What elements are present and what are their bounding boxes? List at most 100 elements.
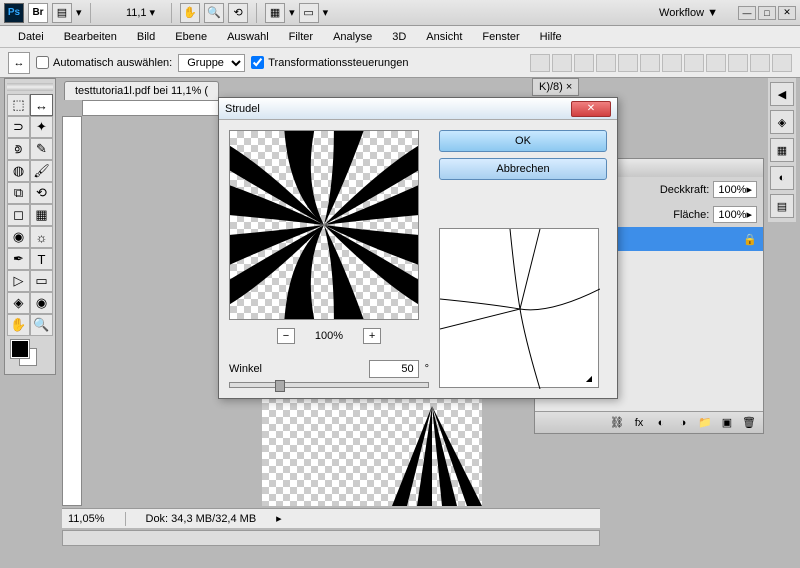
foreground-color[interactable] xyxy=(11,340,29,358)
doc-size-status[interactable]: Dok: 34,3 MB/32,4 MB xyxy=(146,513,257,525)
align-icon[interactable] xyxy=(706,54,726,72)
document-tab[interactable]: testtutoria1l.pdf bei 11,1% ( xyxy=(64,81,219,100)
auto-select-mode[interactable]: Gruppe xyxy=(178,54,245,72)
group-icon[interactable]: 📁 xyxy=(697,416,713,430)
filter-preview[interactable] xyxy=(229,130,419,320)
layers-panel-icon[interactable]: ▤ xyxy=(770,194,794,218)
zoom-in-button[interactable]: + xyxy=(363,328,381,344)
fill-input[interactable]: 100%▸ xyxy=(713,206,757,223)
panel-grip[interactable] xyxy=(7,83,53,91)
styles-panel-icon[interactable]: ▦ xyxy=(770,138,794,162)
menu-ebene[interactable]: Ebene xyxy=(165,28,217,46)
align-icon[interactable] xyxy=(772,54,792,72)
opacity-input[interactable]: 100%▸ xyxy=(713,181,757,198)
maximize-button[interactable]: □ xyxy=(758,6,776,20)
angle-slider[interactable] xyxy=(229,382,429,388)
align-icon[interactable] xyxy=(640,54,660,72)
pen-tool[interactable]: ✒ xyxy=(7,248,30,270)
zoom-level-input[interactable]: ▾ xyxy=(99,6,164,19)
menu-ansicht[interactable]: Ansicht xyxy=(416,28,472,46)
bridge-logo-icon[interactable]: Br xyxy=(28,3,48,23)
slider-thumb[interactable] xyxy=(275,380,285,392)
dialog-close-button[interactable]: ✕ xyxy=(571,101,611,117)
marquee-tool[interactable]: ⬚ xyxy=(7,94,30,116)
lock-icon[interactable]: 🔒 xyxy=(743,233,757,246)
blur-tool[interactable]: ◉ xyxy=(7,226,30,248)
arrange-docs-icon[interactable]: ▦ xyxy=(265,3,285,23)
angle-input[interactable] xyxy=(369,360,419,378)
brush-tool[interactable]: 🖌 xyxy=(30,160,53,182)
rotate-view-icon[interactable]: ⟲ xyxy=(228,3,248,23)
screen-mode-icon[interactable]: ▭ xyxy=(299,3,319,23)
film-icon[interactable]: ▤ xyxy=(52,3,72,23)
new-layer-icon[interactable]: ▣ xyxy=(719,416,735,430)
type-tool[interactable]: T xyxy=(30,248,53,270)
close-window-button[interactable]: ✕ xyxy=(778,6,796,20)
align-icon[interactable] xyxy=(684,54,704,72)
align-icon[interactable] xyxy=(574,54,594,72)
align-icon[interactable] xyxy=(750,54,770,72)
menu-fenster[interactable]: Fenster xyxy=(472,28,529,46)
hand-tool[interactable]: ✋ xyxy=(7,314,30,336)
3d-camera-tool[interactable]: ◉ xyxy=(30,292,53,314)
heal-tool[interactable]: ◍ xyxy=(7,160,30,182)
move-tool[interactable]: ↔ xyxy=(30,94,53,116)
minimize-button[interactable]: — xyxy=(738,6,756,20)
stamp-tool[interactable]: ⧉ xyxy=(7,182,30,204)
dialog-titlebar[interactable]: Strudel ✕ xyxy=(219,98,617,120)
path-select-tool[interactable]: ▷ xyxy=(7,270,30,292)
swatches-panel-icon[interactable]: ◈ xyxy=(770,110,794,134)
link-layers-icon[interactable]: ⛓ xyxy=(609,416,625,430)
adjustment-icon[interactable]: ◑ xyxy=(675,416,691,430)
cancel-button[interactable]: Abbrechen xyxy=(439,158,607,180)
menu-bearbeiten[interactable]: Bearbeiten xyxy=(54,28,127,46)
menu-filter[interactable]: Filter xyxy=(279,28,323,46)
align-icon[interactable] xyxy=(618,54,638,72)
chevron-right-icon[interactable]: ▸ xyxy=(276,512,282,525)
3d-tool[interactable]: ◈ xyxy=(7,292,30,314)
align-icon[interactable] xyxy=(662,54,682,72)
align-icon[interactable] xyxy=(530,54,550,72)
auto-select-checkbox[interactable]: Automatisch auswählen: xyxy=(36,56,172,69)
chevron-down-icon[interactable]: ▾ xyxy=(150,6,156,19)
delete-layer-icon[interactable]: 🗑 xyxy=(741,416,757,430)
gradient-tool[interactable]: ▦ xyxy=(30,204,53,226)
adjustments-panel-icon[interactable]: ◐ xyxy=(770,166,794,190)
menu-3d[interactable]: 3D xyxy=(382,28,416,46)
menu-auswahl[interactable]: Auswahl xyxy=(217,28,279,46)
menu-hilfe[interactable]: Hilfe xyxy=(530,28,572,46)
transform-controls-checkbox[interactable]: Transformationssteuerungen xyxy=(251,56,408,69)
zoom-field[interactable] xyxy=(107,7,147,19)
wand-tool[interactable]: ✦ xyxy=(30,116,53,138)
dodge-tool[interactable]: ☼ xyxy=(30,226,53,248)
zoom-tool-icon[interactable]: 🔍 xyxy=(204,3,224,23)
workspace-switcher[interactable]: Workflow ▼ xyxy=(651,5,726,21)
align-icon[interactable] xyxy=(728,54,748,72)
eyedropper-tool[interactable]: ✎ xyxy=(30,138,53,160)
auto-select-input[interactable] xyxy=(36,56,49,69)
align-icon[interactable] xyxy=(596,54,616,72)
hand-tool-icon[interactable]: ✋ xyxy=(180,3,200,23)
ok-button[interactable]: OK xyxy=(439,130,607,152)
fx-icon[interactable]: fx xyxy=(631,416,647,430)
crop-tool[interactable]: ⟄ xyxy=(7,138,30,160)
panel-expand-icon[interactable]: ◀ xyxy=(770,82,794,106)
align-icon[interactable] xyxy=(552,54,572,72)
color-swatches[interactable] xyxy=(7,340,53,370)
zoom-out-button[interactable]: − xyxy=(277,328,295,344)
menu-datei[interactable]: Datei xyxy=(8,28,54,46)
chevron-right-icon[interactable]: ▸ xyxy=(746,208,752,221)
transform-input[interactable] xyxy=(251,56,264,69)
resize-grip-icon[interactable]: ◢ xyxy=(586,374,592,383)
eraser-tool[interactable]: ◻ xyxy=(7,204,30,226)
mask-icon[interactable]: ◐ xyxy=(653,416,669,430)
zoom-status[interactable]: 11,05% xyxy=(68,513,105,525)
chevron-right-icon[interactable]: ▸ xyxy=(746,183,752,196)
horizontal-scrollbar[interactable] xyxy=(62,530,600,546)
lasso-tool[interactable]: ⊃ xyxy=(7,116,30,138)
menu-analyse[interactable]: Analyse xyxy=(323,28,382,46)
zoom-tool[interactable]: 🔍 xyxy=(30,314,53,336)
menu-bild[interactable]: Bild xyxy=(127,28,165,46)
document-tab-2[interactable]: K)/8) × xyxy=(532,78,579,96)
shape-tool[interactable]: ▭ xyxy=(30,270,53,292)
